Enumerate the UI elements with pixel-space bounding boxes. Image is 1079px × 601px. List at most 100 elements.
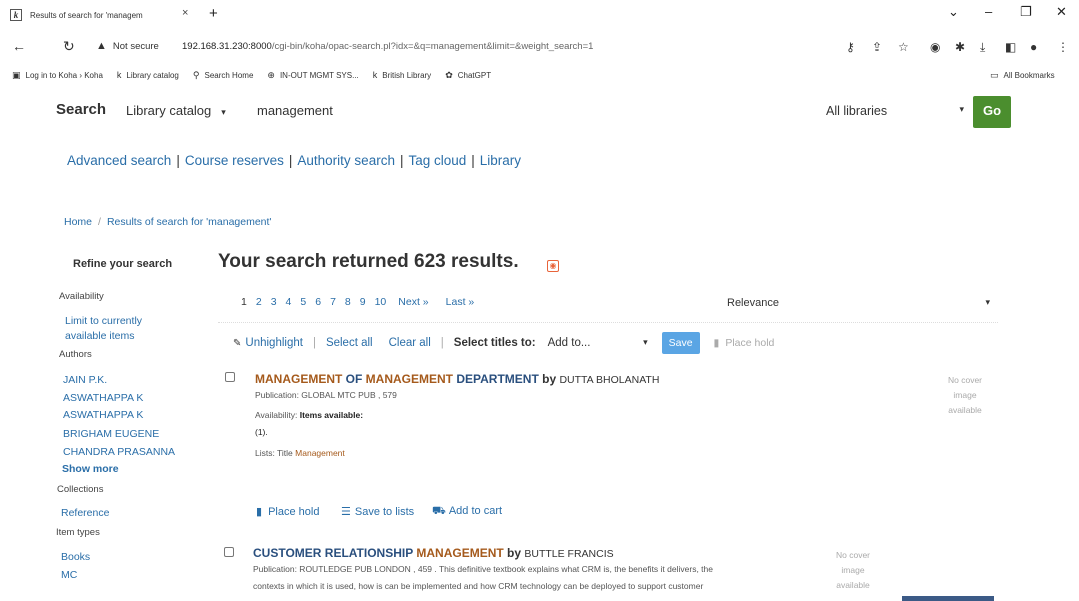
back-arrow-icon[interactable]: ← (12, 38, 26, 54)
page-link[interactable]: 10 (375, 296, 387, 308)
bookmark-icon: ▮ (256, 506, 263, 518)
tag-cloud-link[interactable]: Tag cloud (408, 153, 466, 168)
download-icon[interactable]: ⤓ (980, 40, 985, 55)
page-link[interactable]: 1 (241, 296, 247, 308)
address-bar[interactable]: 192.168.31.230:8000/cgi-bin/koha/opac-se… (182, 41, 593, 52)
by-label: by (503, 546, 525, 560)
share-icon[interactable]: ⇪ (872, 40, 882, 54)
record-author-link[interactable]: BUTTLE FRANCIS (524, 548, 613, 560)
list-link[interactable]: Management (295, 448, 345, 458)
bookmark-label: Library catalog (126, 70, 179, 80)
catalog-select[interactable]: Library catalog ▾ (126, 103, 226, 118)
library-select-value: All libraries (826, 104, 888, 118)
close-tab-icon[interactable]: × (182, 7, 188, 19)
bookmark-library-catalog[interactable]: k Library catalog (117, 70, 179, 80)
page-link[interactable]: 7 (330, 296, 336, 308)
add-to-select[interactable]: Add to... ▾ (548, 337, 648, 349)
item-type-facet[interactable]: Books (61, 551, 90, 563)
course-reserves-link[interactable]: Course reserves (185, 153, 284, 168)
library-select[interactable]: All libraries ▾ (826, 104, 964, 118)
no-cover-line: No cover (835, 550, 870, 560)
maximize-icon[interactable]: ❐ (1020, 4, 1032, 20)
page-link[interactable]: 9 (360, 296, 366, 308)
bookmark-search-home[interactable]: ⚲ Search Home (193, 70, 254, 81)
sort-select[interactable]: Relevance ▾ (727, 297, 990, 309)
bookmark-chatgpt[interactable]: ✿ ChatGPT (445, 70, 491, 81)
new-tab-button[interactable]: + (209, 5, 218, 22)
unhighlight-link[interactable]: Unhighlight (245, 337, 303, 349)
browser-tab-bar: k Results of search for 'managem × + ⌄ –… (0, 0, 1079, 30)
title-text: OF (342, 372, 366, 386)
breadcrumb-current[interactable]: Results of search for 'management' (107, 216, 272, 228)
all-bookmarks[interactable]: ▭ All Bookmarks (990, 70, 1055, 81)
page-link[interactable]: 3 (271, 296, 277, 308)
divider (218, 322, 998, 323)
bookmark-label: British Library (382, 70, 432, 80)
item-type-facet[interactable]: MC (61, 569, 77, 581)
author-facet[interactable]: JAIN P.K. (63, 374, 107, 386)
record-extension-icon[interactable]: ◉ (930, 40, 940, 54)
select-all-link[interactable]: Select all (326, 337, 373, 349)
star-icon[interactable]: ☆ (898, 40, 909, 54)
record-title-link[interactable]: MANAGEMENT OF MANAGEMENT DEPARTMENT by D… (255, 372, 659, 386)
kebab-menu-icon[interactable]: ⋮ (1057, 40, 1069, 54)
bookmark-label: IN-OUT MGMT SYS... (279, 70, 359, 80)
bookmark-in-out-mgmt[interactable]: ⊕ IN-OUT MGMT SYS... (267, 70, 358, 81)
record-summary-line: contexts in which it is used, how is can… (253, 581, 704, 591)
browser-tab[interactable]: k Results of search for 'managem × (10, 4, 200, 26)
page-link[interactable]: 4 (286, 296, 292, 308)
place-hold-label: Place hold (725, 337, 775, 349)
last-page-link[interactable]: Last » (446, 296, 475, 308)
save-button[interactable]: Save (661, 332, 700, 354)
chevron-down-icon: ▾ (221, 107, 226, 117)
breadcrumb-home[interactable]: Home (64, 216, 92, 228)
minimize-icon[interactable]: – (985, 4, 992, 19)
security-indicator[interactable]: ▲ Not secure (96, 40, 159, 52)
key-icon[interactable]: ⚷ (846, 40, 855, 54)
page-link[interactable]: 2 (256, 296, 262, 308)
search-icon: ⚲ (192, 69, 200, 80)
author-facet[interactable]: ASWATHAPPA K (63, 409, 143, 421)
folder-icon: ▭ (990, 69, 999, 80)
author-facet[interactable]: CHANDRA PRASANNA (63, 446, 175, 458)
puzzle-icon[interactable]: ✱ (955, 40, 965, 54)
library-link[interactable]: Library (480, 153, 521, 168)
limit-available-link[interactable]: Limit to currently (65, 315, 142, 327)
save-to-lists-link[interactable]: ☰ Save to lists (341, 505, 414, 518)
search-label: Search (56, 101, 107, 118)
author-facet[interactable]: ASWATHAPPA K (63, 392, 143, 404)
close-window-icon[interactable]: ✕ (1056, 4, 1067, 20)
advanced-search-link[interactable]: Advanced search (67, 153, 171, 168)
bookmark-label: Search Home (204, 70, 254, 80)
authority-search-link[interactable]: Authority search (297, 153, 395, 168)
bookmark-british-library[interactable]: k British Library (373, 70, 431, 80)
page-link[interactable]: 6 (315, 296, 321, 308)
page-link[interactable]: 5 (300, 296, 306, 308)
record-author-link[interactable]: DUTTA BHOLANATH (559, 374, 659, 386)
show-more-link[interactable]: Show more (62, 463, 119, 475)
search-input[interactable]: management (257, 103, 333, 118)
tab-search-chevron-icon[interactable]: ⌄ (948, 4, 959, 20)
reload-icon[interactable]: ↻ (63, 38, 75, 55)
all-bookmarks-label: All Bookmarks (1003, 70, 1055, 80)
limit-available-link-line2[interactable]: available items (65, 330, 134, 342)
profile-avatar[interactable]: ● (1030, 40, 1037, 54)
collection-facet[interactable]: Reference (61, 507, 109, 519)
no-cover-line: image (953, 390, 977, 400)
record-title-link[interactable]: CUSTOMER RELATIONSHIP MANAGEMENT by BUTT… (253, 546, 614, 560)
next-page-link[interactable]: Next » (398, 296, 428, 308)
record-checkbox[interactable] (225, 372, 235, 382)
author-facet[interactable]: BRIGHAM EUGENE (63, 428, 159, 440)
rss-icon[interactable]: ◉ (547, 260, 559, 272)
place-hold-link[interactable]: ▮ Place hold (256, 505, 319, 518)
record-checkbox[interactable] (224, 547, 234, 557)
add-to-cart-link[interactable]: ⛟ Add to cart (432, 505, 502, 519)
side-panel-icon[interactable]: ◧ (1005, 40, 1016, 54)
clear-all-link[interactable]: Clear all (389, 337, 431, 349)
go-button[interactable]: Go (973, 96, 1011, 128)
page-link[interactable]: 8 (345, 296, 351, 308)
nav-links: Advanced search | Course reserves | Authorit… (67, 153, 522, 168)
bookmark-koha-login[interactable]: ▣ Log in to Koha › Koha (12, 70, 103, 81)
koha-icon: k (116, 70, 122, 80)
chevron-down-icon: ▾ (643, 337, 648, 347)
